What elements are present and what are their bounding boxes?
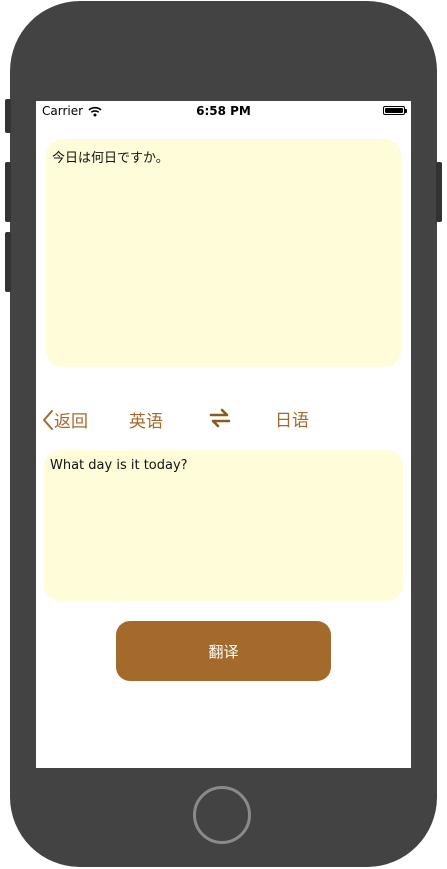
language-bar: 返回 英语 日语 [36, 401, 411, 435]
translation-output-area[interactable]: What day is it today? [44, 450, 403, 601]
home-button[interactable] [193, 786, 251, 844]
translate-button-label: 翻译 [208, 642, 239, 661]
source-language-button[interactable]: 英语 [129, 407, 163, 432]
volume-down-button [5, 232, 11, 292]
translate-button[interactable]: 翻译 [116, 621, 331, 681]
power-button [436, 162, 442, 222]
swap-arrows-icon [209, 408, 231, 428]
battery-icon [383, 106, 407, 115]
volume-up-button [5, 162, 11, 222]
mute-switch [5, 99, 11, 133]
chevron-left-icon [43, 409, 53, 430]
swap-languages-button[interactable] [208, 406, 232, 430]
status-time: 6:58 PM [196, 104, 251, 118]
back-button[interactable]: 返回 [42, 407, 88, 432]
app-screen: Carrier 6:58 PM 今日は何日ですか。 返回 英语 日语 What … [36, 101, 411, 768]
translation-text: What day is it today? [50, 458, 188, 473]
target-language-button[interactable]: 日语 [275, 406, 309, 431]
source-text: 今日は何日ですか。 [52, 151, 169, 166]
status-bar: Carrier 6:58 PM [36, 101, 411, 121]
back-label: 返回 [54, 412, 88, 432]
source-text-area[interactable]: 今日は何日ですか。 [46, 139, 401, 367]
